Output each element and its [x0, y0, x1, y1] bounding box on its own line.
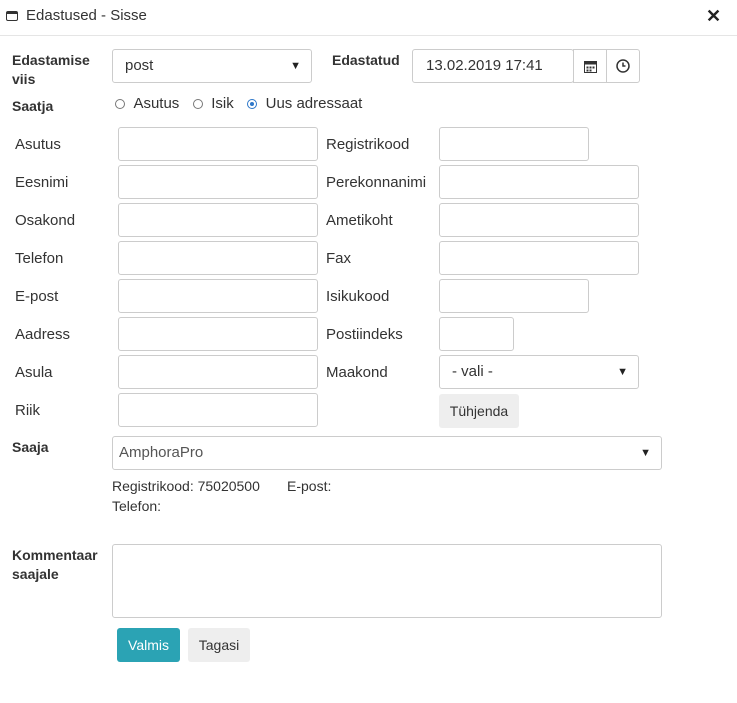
asutus-input[interactable] [118, 127, 318, 161]
saatja-radio-group: Asutus Isik Uus adressaat [115, 95, 362, 113]
edastamise-viis-value: post [125, 57, 154, 74]
fax-label: Fax [326, 250, 352, 267]
telefon-label: Telefon [15, 250, 64, 267]
edastamise-viis-label: Edastamise viis [12, 52, 90, 87]
ametikoht-input[interactable] [439, 203, 639, 237]
ametikoht-label: Ametikoht [326, 212, 393, 229]
eesnimi-label: Eesnimi [15, 174, 69, 191]
aadress-input[interactable] [118, 317, 318, 351]
radio-uus-adressaat[interactable] [247, 98, 258, 109]
window-icon [6, 11, 18, 21]
calendar-icon [583, 60, 597, 73]
telefon-input[interactable] [118, 241, 318, 275]
riik-label: Riik [15, 402, 40, 419]
chevron-down-icon: ▼ [640, 447, 651, 459]
edastatud-label: Edastatud [332, 52, 400, 68]
isikukood-input[interactable] [439, 279, 589, 313]
saaja-registrikood: Registrikood: 75020500 [112, 478, 260, 494]
epost-input[interactable] [118, 279, 318, 313]
maakond-select[interactable]: - vali - ▼ [439, 355, 639, 389]
asula-label: Asula [15, 364, 53, 381]
maakond-value: - vali - [452, 363, 493, 380]
saaja-epost: E-post: [287, 478, 332, 494]
saaja-telefon: Telefon: [112, 498, 162, 514]
postiindeks-input[interactable] [439, 317, 514, 351]
kommentaar-textarea[interactable] [112, 544, 662, 618]
registrikood-input[interactable] [439, 127, 589, 161]
aadress-label: Aadress [15, 326, 71, 343]
postiindeks-label: Postiindeks [326, 326, 403, 343]
epost-label: E-post [15, 288, 59, 305]
asula-input[interactable] [118, 355, 318, 389]
radio-asutus[interactable] [115, 98, 125, 109]
radio-isik-label[interactable]: Isik [211, 95, 234, 112]
edastamise-viis-select[interactable]: post ▼ [112, 49, 312, 83]
osakond-label: Osakond [15, 212, 76, 229]
radio-uus-adressaat-label[interactable]: Uus adressaat [266, 95, 363, 112]
close-icon[interactable]: ✕ [706, 6, 721, 26]
calendar-button[interactable] [573, 49, 607, 83]
chevron-down-icon: ▼ [617, 366, 628, 378]
clock-icon [616, 59, 630, 73]
submit-button[interactable]: Valmis [117, 628, 180, 662]
clear-button[interactable]: Tühjenda [439, 394, 519, 428]
saaja-value: AmphoraPro [119, 444, 204, 461]
saatja-label: Saatja [12, 98, 54, 114]
fax-input[interactable] [439, 241, 639, 275]
riik-input[interactable] [118, 393, 318, 427]
osakond-input[interactable] [118, 203, 318, 237]
kommentaar-label: Kommentaar saajale [12, 547, 98, 582]
saaja-select[interactable]: AmphoraPro ▼ [112, 436, 662, 470]
window-title: Edastused - Sisse [26, 7, 147, 24]
back-button[interactable]: Tagasi [188, 628, 250, 662]
perekonnanimi-input[interactable] [439, 165, 639, 199]
registrikood-label: Registrikood [326, 136, 410, 153]
perekonnanimi-label: Perekonnanimi [326, 174, 427, 191]
isikukood-label: Isikukood [326, 288, 390, 305]
time-button[interactable] [606, 49, 640, 83]
eesnimi-input[interactable] [118, 165, 318, 199]
chevron-down-icon: ▼ [290, 60, 301, 72]
asutus-label: Asutus [15, 136, 61, 153]
saaja-label: Saaja [12, 439, 49, 455]
maakond-label: Maakond [326, 364, 388, 381]
radio-isik[interactable] [192, 98, 203, 109]
edastatud-input[interactable]: 13.02.2019 17:41 [412, 49, 574, 83]
radio-asutus-label[interactable]: Asutus [133, 95, 179, 112]
